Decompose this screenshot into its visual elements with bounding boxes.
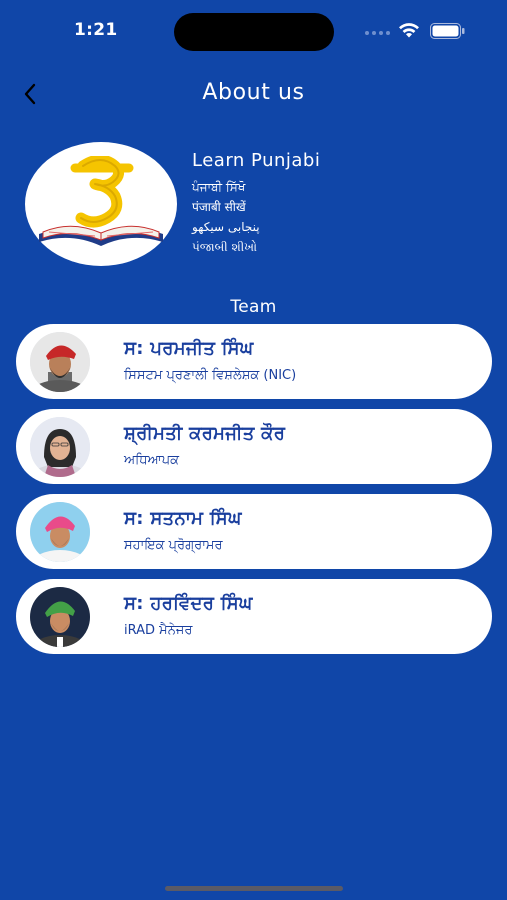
avatar (30, 587, 90, 647)
team-member-card[interactable]: ਸ਼੍ਰੀਮਤੀ ਕਰਮਜੀਤ ਕੌਰ ਅਧਿਆਪਕ (16, 409, 492, 484)
team-list: ਸ: ਪਰਮਜੀਤ ਸਿੰਘ ਸਿਸਟਮ ਪ੍ਰਣਾਲੀ ਵਿਸ਼ਲੇਸ਼ਕ (… (16, 324, 492, 664)
app-header: Learn Punjabi ਪੰਜਾਬੀ ਸਿੱਖੋ पंजाबी सीखें … (25, 142, 485, 272)
app-subtitle-urdu: پنجابی سیکھو (192, 220, 260, 234)
avatar (30, 502, 90, 562)
app-subtitle-gujarati: પંજાબી શીખો (192, 240, 258, 254)
cellular-signal-icon (365, 31, 390, 35)
member-role: ਅਧਿਆਪਕ (124, 453, 179, 468)
battery-icon (430, 23, 465, 39)
avatar (30, 332, 90, 392)
app-subtitle-punjabi: ਪੰਜਾਬੀ ਸਿੱਖੋ (192, 180, 246, 194)
member-photo-icon (30, 417, 90, 477)
page-title: About us (202, 80, 305, 105)
member-photo-icon (30, 332, 90, 392)
member-name: ਸ: ਪਰਮਜੀਤ ਸਿੰਘ (124, 338, 254, 359)
team-member-card[interactable]: ਸ: ਹਰਵਿੰਦਰ ਸਿੰਘ iRAD ਮੈਨੇਜਰ (16, 579, 492, 654)
member-photo-icon (30, 587, 90, 647)
nav-bar: About us (0, 68, 507, 118)
member-name: ਸ: ਹਰਵਿੰਦਰ ਸਿੰਘ (124, 593, 253, 614)
member-role: iRAD ਮੈਨੇਜਰ (124, 623, 193, 638)
status-time: 1:21 (74, 20, 118, 40)
avatar (30, 417, 90, 477)
member-name: ਸ਼੍ਰੀਮਤੀ ਕਰਮਜੀਤ ਕੌਰ (124, 423, 286, 444)
status-bar: 1:21 (0, 0, 507, 62)
member-photo-icon (30, 502, 90, 562)
ura-letter-book-logo-icon (39, 156, 163, 246)
team-heading: Team (230, 297, 277, 317)
dynamic-island (174, 13, 334, 51)
home-indicator[interactable] (165, 886, 343, 891)
team-member-card[interactable]: ਸ: ਸਤਨਾਮ ਸਿੰਘ ਸਹਾਇਕ ਪ੍ਰੋਗ੍ਰਾਮਰ (16, 494, 492, 569)
member-role: ਸਹਾਇਕ ਪ੍ਰੋਗ੍ਰਾਮਰ (124, 538, 223, 553)
app-logo (25, 142, 177, 266)
member-role: ਸਿਸਟਮ ਪ੍ਰਣਾਲੀ ਵਿਸ਼ਲੇਸ਼ਕ (NIC) (124, 368, 297, 383)
member-name: ਸ: ਸਤਨਾਮ ਸਿੰਘ (124, 508, 242, 529)
app-name: Learn Punjabi (192, 150, 321, 171)
app-names: Learn Punjabi ਪੰਜਾਬੀ ਸਿੱਖੋ पंजाबी सीखें … (192, 150, 320, 257)
team-member-card[interactable]: ਸ: ਪਰਮਜੀਤ ਸਿੰਘ ਸਿਸਟਮ ਪ੍ਰਣਾਲੀ ਵਿਸ਼ਲੇਸ਼ਕ (… (16, 324, 492, 399)
wifi-icon (399, 23, 419, 38)
app-subtitle-hindi: पंजाबी सीखें (192, 200, 246, 214)
